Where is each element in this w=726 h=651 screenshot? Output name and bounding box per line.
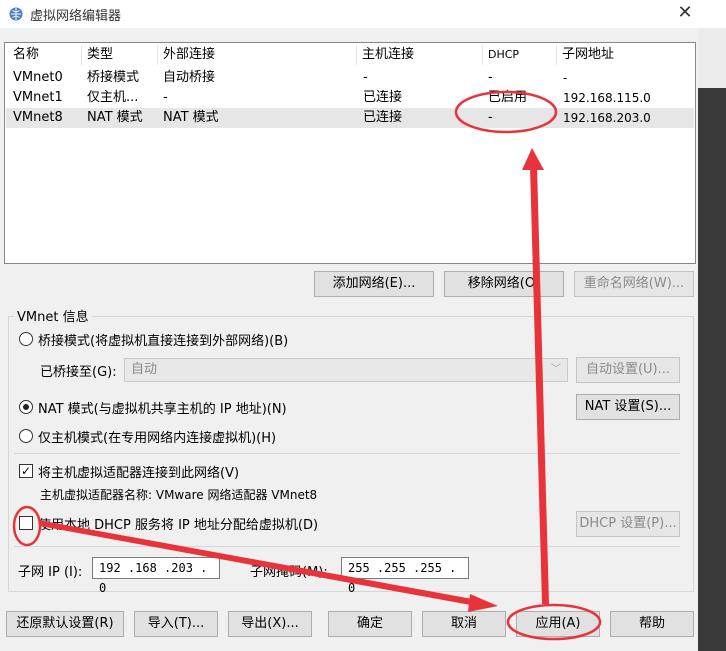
cell-host: - — [363, 70, 368, 85]
cell-dhcp: 已启用 — [488, 90, 528, 105]
subnet-mask-input[interactable]: 255 .255 .255 . 0 — [341, 557, 469, 595]
column-header-external[interactable]: 外部连接 — [163, 43, 215, 67]
connect-adapter-checkbox[interactable]: ✓ — [19, 464, 33, 478]
cell-external: 自动桥接 — [163, 70, 216, 85]
auto-settings-button[interactable]: 自动设置(U)... — [576, 357, 680, 383]
cell-subnet: - — [563, 71, 568, 85]
use-dhcp-label: 使用本地 DHCP 服务将 IP 地址分配给虚拟机(D) — [38, 518, 319, 533]
bridge-mode-radio[interactable] — [19, 332, 33, 346]
column-header-host[interactable]: 主机连接 — [362, 43, 414, 67]
nat-settings-button[interactable]: NAT 设置(S)... — [576, 394, 680, 420]
cell-external: NAT 模式 — [163, 110, 219, 125]
table-row-selected[interactable]: VMnet8 NAT 模式 NAT 模式 已连接 - 192.168.203.0 — [6, 108, 694, 128]
cell-host: 已连接 — [363, 90, 403, 105]
help-button[interactable]: 帮助 — [610, 611, 694, 637]
table-row[interactable]: VMnet0 桥接模式 自动桥接 - - - — [6, 68, 694, 88]
host-only-label: 仅主机模式(在专用网络内连接虚拟机)(H) — [38, 431, 277, 446]
divider — [14, 453, 680, 454]
cell-subnet: 192.168.115.0 — [563, 91, 651, 105]
column-header-type[interactable]: 类型 — [87, 43, 113, 67]
bridge-mode-label: 桥接模式(将虚拟机直接连接到外部网络)(B) — [38, 334, 289, 349]
cell-external: - — [163, 90, 168, 105]
cell-dhcp: - — [488, 110, 493, 125]
import-button[interactable]: 导入(T)... — [134, 611, 218, 637]
add-network-button[interactable]: 添加网络(E)... — [314, 271, 434, 297]
group-title: VMnet 信息 — [14, 306, 92, 325]
cell-type: 仅主机... — [87, 90, 139, 105]
column-header-dhcp[interactable]: DHCP — [488, 43, 519, 67]
divider — [14, 546, 680, 547]
use-dhcp-checkbox[interactable] — [19, 516, 33, 530]
table-row[interactable]: VMnet1 仅主机... - 已连接 已启用 192.168.115.0 — [6, 88, 694, 108]
cell-name: VMnet8 — [13, 110, 63, 125]
chevron-down-icon: ﹀ — [551, 364, 561, 375]
column-header-subnet[interactable]: 子网地址 — [562, 43, 614, 67]
background-window-edge — [698, 28, 726, 651]
close-icon[interactable]: ✕ — [672, 2, 698, 26]
column-header-name[interactable]: 名称 — [13, 43, 39, 67]
ok-button[interactable]: 确定 — [328, 611, 412, 637]
subnet-ip-input[interactable]: 192 .168 .203 . 0 — [92, 557, 220, 595]
connect-adapter-label: 将主机虚拟适配器连接到此网络(V) — [38, 466, 240, 481]
network-list[interactable]: 名称 类型 外部连接 主机连接 DHCP 子网地址 VMnet0 桥接模式 自动… — [4, 42, 696, 264]
bridged-to-value: 自动 — [131, 362, 158, 377]
cell-host: 已连接 — [363, 110, 403, 125]
background-window-edge-top — [698, 28, 726, 88]
cell-type: NAT 模式 — [87, 110, 143, 125]
rename-network-button[interactable]: 重命名网络(W)... — [574, 271, 694, 297]
cell-name: VMnet0 — [13, 70, 63, 85]
nat-mode-label: NAT 模式(与虚拟机共享主机的 IP 地址)(N) — [38, 402, 287, 417]
export-button[interactable]: 导出(X)... — [228, 611, 312, 637]
apply-button[interactable]: 应用(A) — [516, 611, 600, 637]
annotation-arrowhead-apply — [468, 594, 498, 612]
subnet-ip-label: 子网 IP (I): — [18, 565, 83, 580]
cell-subnet: 192.168.203.0 — [563, 111, 651, 125]
restore-defaults-button[interactable]: 还原默认设置(R) — [6, 611, 124, 637]
adapter-name-text: 主机虚拟适配器名称: VMware 网络适配器 VMnet8 — [40, 488, 318, 502]
window-title: 虚拟网络编辑器 — [30, 9, 122, 24]
dhcp-settings-button[interactable]: DHCP 设置(P)... — [576, 511, 680, 537]
remove-network-button[interactable]: 移除网络(O) — [444, 271, 564, 297]
cell-type: 桥接模式 — [87, 70, 140, 85]
nat-mode-radio[interactable] — [19, 400, 33, 414]
bridged-to-label: 已桥接至(G): — [40, 365, 117, 380]
host-only-radio[interactable] — [19, 429, 33, 443]
network-editor-icon — [8, 6, 24, 22]
cancel-button[interactable]: 取消 — [422, 611, 506, 637]
cell-dhcp: - — [488, 70, 493, 85]
cell-name: VMnet1 — [13, 90, 63, 105]
subnet-mask-label: 子网掩码(M): — [250, 565, 328, 580]
bridged-to-select[interactable]: 自动 ﹀ — [124, 358, 568, 382]
